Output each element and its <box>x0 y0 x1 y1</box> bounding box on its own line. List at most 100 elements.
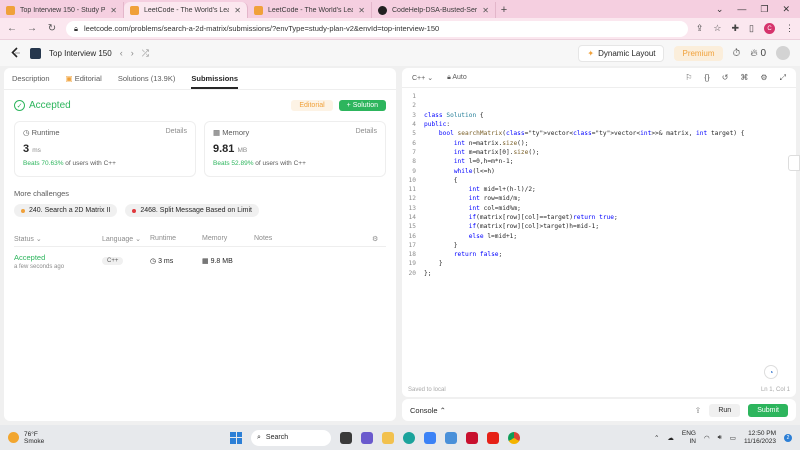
challenge-chip[interactable]: 240. Search a 2D Matrix II <box>14 204 118 217</box>
code-line[interactable]: 16 else l=mid+1; <box>402 231 796 240</box>
settings-icon[interactable]: ⚙ <box>760 73 767 83</box>
sidebar-icon[interactable]: ▯ <box>749 23 754 34</box>
code-line[interactable]: 4 public: <box>402 120 796 129</box>
tab-search-icon[interactable]: ⌄ <box>716 4 724 15</box>
prev-problem-icon[interactable]: ‹ <box>120 48 123 58</box>
code-line[interactable]: 11 int mid=l+(h-l)/2; <box>402 185 796 194</box>
code-line[interactable]: 10 { <box>402 176 796 185</box>
next-problem-icon[interactable]: › <box>131 48 134 58</box>
weather-widget[interactable]: 76°F Smoke <box>8 431 44 445</box>
code-line[interactable]: 3 class Solution { <box>402 111 796 120</box>
volume-icon[interactable]: 🔊︎ <box>718 434 722 442</box>
tray-overflow-icon[interactable]: ⌃ <box>654 434 659 442</box>
code-line[interactable]: 8 int l=0,h=m*n-1; <box>402 157 796 166</box>
user-avatar[interactable] <box>776 46 790 60</box>
bookmark-icon[interactable]: ⚐ <box>685 73 692 83</box>
bookmark-star-icon[interactable]: ☆ <box>713 23 721 34</box>
runtime-details-link[interactable]: Details <box>166 128 187 137</box>
fullscreen-icon[interactable]: ⤢ <box>780 73 786 83</box>
tab-editorial[interactable]: ▣ Editorial <box>66 74 102 83</box>
wifi-icon[interactable]: ◠ <box>704 434 710 442</box>
dynamic-layout-button[interactable]: ✦ Dynamic Layout <box>578 44 665 62</box>
tab-solutions[interactable]: Solutions (13.9K) <box>118 74 176 83</box>
tab-submissions[interactable]: Submissions <box>191 74 239 89</box>
menu-kebab-icon[interactable]: ⋮ <box>785 23 794 34</box>
col-status[interactable]: Status ⌄ <box>14 235 102 243</box>
code-line[interactable]: 18 return false; <box>402 250 796 259</box>
browser-tab-active[interactable]: LeetCode - The World's Leading ✕ <box>124 2 248 18</box>
taskbar-search[interactable]: ⌕ Search <box>251 429 331 446</box>
browser-tab[interactable]: LeetCode - The World's Leading ✕ <box>248 2 372 18</box>
code-line[interactable]: 19 } <box>402 259 796 268</box>
cloud-upload-icon[interactable]: ⇪ <box>695 406 702 415</box>
new-tab-button[interactable]: + <box>496 2 512 18</box>
code-line[interactable]: 17 } <box>402 241 796 250</box>
streak-counter[interactable]: 🔥︎ 0 <box>750 48 766 59</box>
extensions-icon[interactable]: ✚ <box>732 23 740 34</box>
console-toggle[interactable]: Console ⌃ <box>410 406 446 415</box>
settings-gear-icon[interactable]: ⚙ <box>372 235 386 243</box>
task-view-icon[interactable] <box>340 431 352 444</box>
photos-icon[interactable] <box>445 431 457 444</box>
code-line[interactable]: 6 int n=matrix.size(); <box>402 138 796 147</box>
post-solution-button[interactable]: + Solution <box>338 100 386 111</box>
language-indicator[interactable]: ENG IN <box>682 430 696 446</box>
tab-description[interactable]: Description <box>12 74 50 83</box>
editorial-button[interactable]: Editorial <box>291 100 333 111</box>
store-icon[interactable] <box>424 431 436 444</box>
profile-avatar[interactable]: C <box>764 23 775 34</box>
code-line[interactable]: 1 <box>402 92 796 101</box>
share-icon[interactable]: ⇪ <box>696 23 704 34</box>
code-line[interactable]: 2 <box>402 101 796 110</box>
youtube-icon[interactable] <box>487 431 499 444</box>
chrome-icon[interactable] <box>508 431 520 444</box>
forward-icon[interactable]: → <box>26 23 38 34</box>
row-status-label[interactable]: Accepted <box>14 253 102 262</box>
browser-tab[interactable]: CodeHelp-DSA-Busted-Series/Le ✕ <box>372 2 496 18</box>
minimize-icon[interactable]: — <box>737 4 746 14</box>
close-window-icon[interactable]: ✕ <box>782 4 790 15</box>
timer-icon[interactable]: ⏱ <box>733 48 741 59</box>
leetcode-logo-icon[interactable] <box>10 47 22 59</box>
autocomplete-toggle[interactable]: 🔒︎ Auto <box>447 74 467 82</box>
code-line[interactable]: 12 int row=mid/m; <box>402 194 796 203</box>
premium-button[interactable]: Premium <box>674 45 723 61</box>
close-tab-icon[interactable]: ✕ <box>482 6 489 15</box>
code-line[interactable]: 15 if(matrix[row][col]>target)h=mid-1; <box>402 222 796 231</box>
study-plan-title[interactable]: Top Interview 150 <box>49 49 112 58</box>
mcafee-icon[interactable] <box>466 431 478 444</box>
reload-icon[interactable]: ↻ <box>46 23 58 34</box>
browser-tab[interactable]: Top Interview 150 - Study Plan ✕ <box>0 2 124 18</box>
col-language[interactable]: Language ⌄ <box>102 235 150 243</box>
shuffle-icon[interactable]: ⤮ <box>142 48 149 59</box>
run-button[interactable]: Run <box>709 403 741 417</box>
close-tab-icon[interactable]: ✕ <box>234 6 241 15</box>
edge-icon[interactable] <box>403 431 415 444</box>
code-area[interactable]: 1 2 3 class Solution {4 public: 5 bool search… <box>402 92 796 278</box>
notification-badge[interactable]: 2 <box>784 433 792 442</box>
memory-details-link[interactable]: Details <box>356 128 377 137</box>
code-line[interactable]: 9 while(l<=h) <box>402 166 796 175</box>
language-select[interactable]: C++ ⌄ <box>412 74 433 82</box>
challenge-chip[interactable]: 2468. Split Message Based on Limit <box>125 204 260 217</box>
table-row[interactable]: Accepted a few seconds ago C++ ◷ 3 ms ▦ … <box>14 247 386 275</box>
teams-chat-icon[interactable] <box>361 431 373 444</box>
shortcuts-icon[interactable]: ⌘ <box>740 73 748 83</box>
reset-icon[interactable]: ↺ <box>722 73 729 83</box>
runtime-card[interactable]: ◷ Runtime Details 3 ms Beats 70.63% of u… <box>14 121 196 177</box>
memory-card[interactable]: ▦ Memory Details 9.81 MB Beats 52.89% of… <box>204 121 386 177</box>
chat-icon[interactable]: ◔ <box>764 365 778 379</box>
back-icon[interactable]: ← <box>6 23 18 34</box>
battery-icon[interactable]: ▭ <box>730 434 736 442</box>
format-braces-icon[interactable]: {} <box>704 73 709 83</box>
code-line[interactable]: 20}; <box>402 269 796 278</box>
cloud-icon[interactable]: ☁ <box>667 434 674 442</box>
close-tab-icon[interactable]: ✕ <box>358 6 365 15</box>
close-tab-icon[interactable]: ✕ <box>110 6 117 15</box>
side-panel-handle[interactable] <box>788 155 800 171</box>
code-line[interactable]: 14 if(matrix[row][col]==target)return tr… <box>402 213 796 222</box>
code-line[interactable]: 13 int col=mid%m; <box>402 204 796 213</box>
submit-button[interactable]: Submit <box>748 403 788 417</box>
code-line[interactable]: 5 bool searchMatrix(class="ty">vector<cl… <box>402 129 796 138</box>
restore-icon[interactable]: ❐ <box>760 4 768 15</box>
